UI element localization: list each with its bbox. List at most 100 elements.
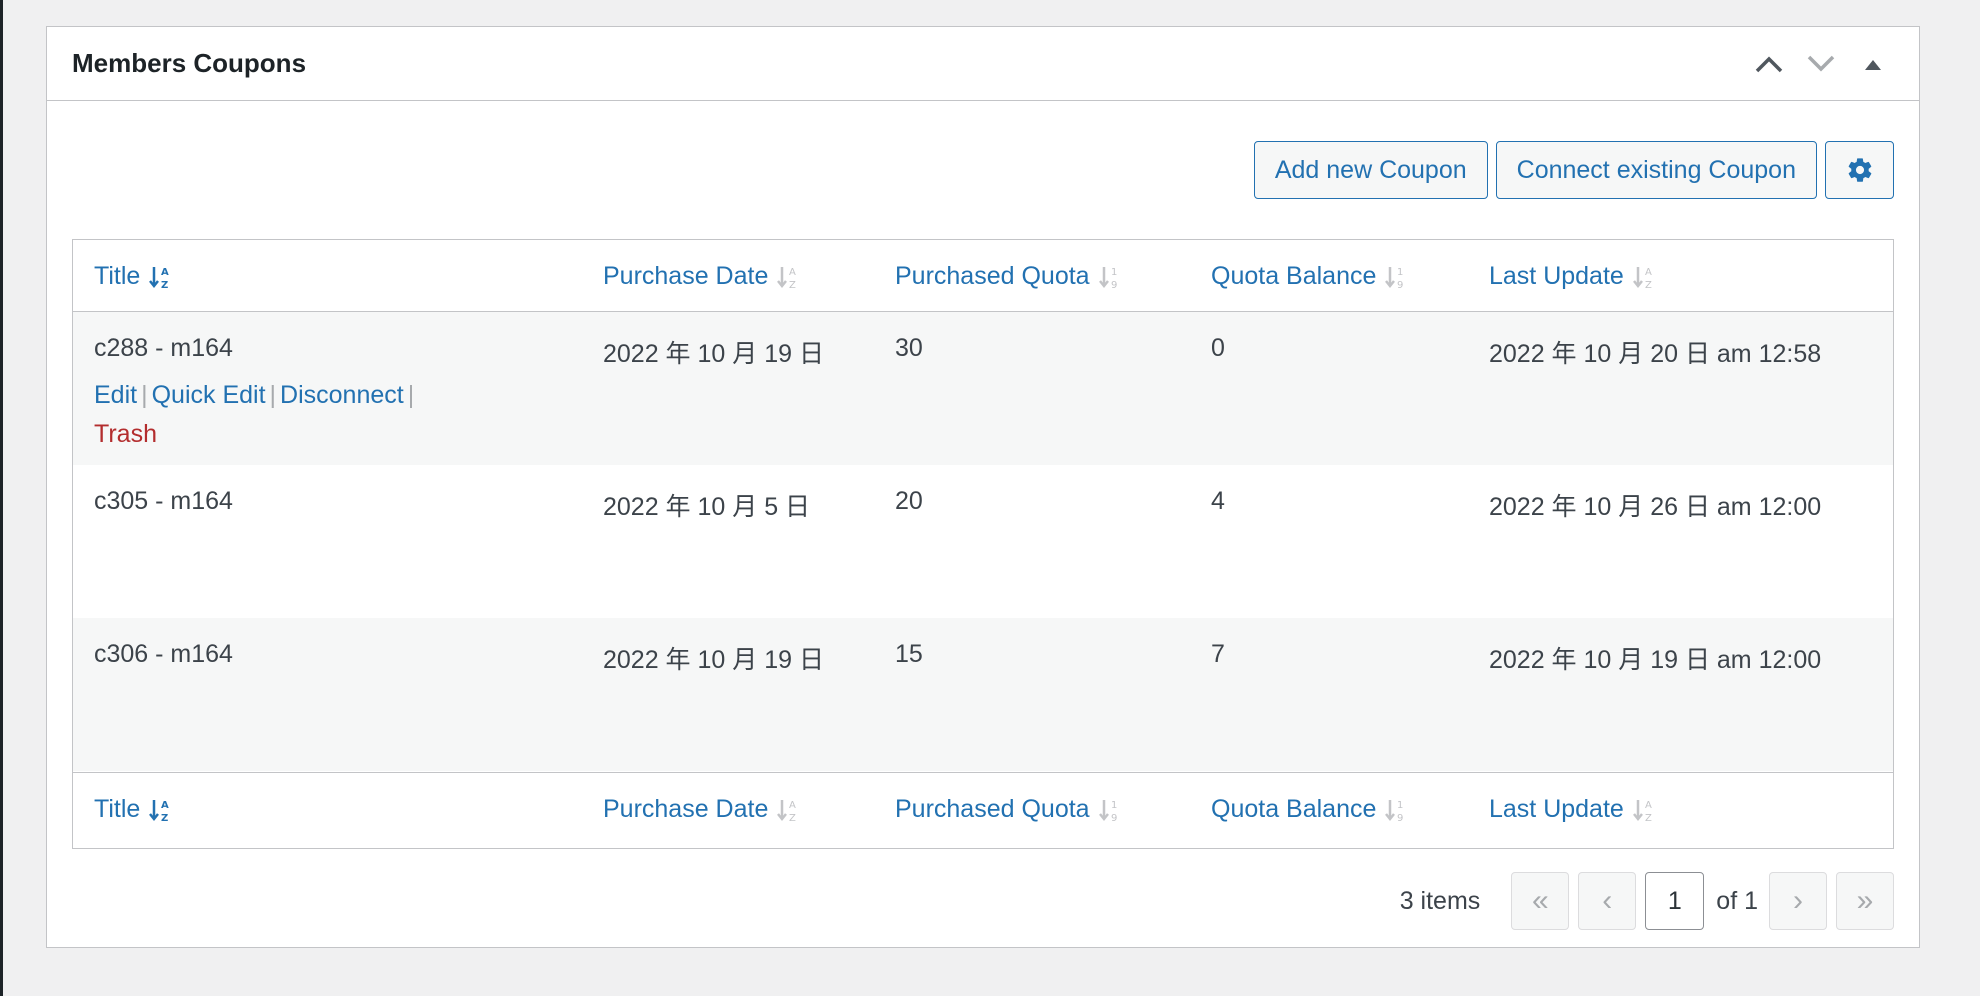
svg-text:Z: Z bbox=[161, 813, 168, 823]
table-header: Title AZ Purchase Date AZ Purchased Quot… bbox=[73, 240, 1893, 312]
table-footer: Title AZ Purchase Date AZ Purchased Quot… bbox=[73, 772, 1893, 848]
svg-text:1: 1 bbox=[1111, 267, 1117, 278]
coupons-table: Title AZ Purchase Date AZ Purchased Quot… bbox=[72, 239, 1894, 849]
panel-header-controls bbox=[1743, 41, 1899, 87]
move-down-button[interactable] bbox=[1795, 41, 1847, 87]
column-footer-last-update[interactable]: Last Update AZ bbox=[1489, 795, 1658, 824]
last-update-cell: 2022 年 10 月 20 日 am 12:58 bbox=[1489, 340, 1822, 368]
current-page-input[interactable] bbox=[1645, 872, 1705, 930]
row-action-separator: | bbox=[269, 381, 277, 409]
coupon-title-link[interactable]: c306 - m164 bbox=[94, 640, 233, 669]
column-header-purchased-quota[interactable]: Purchased Quota 19 bbox=[895, 262, 1124, 291]
edit-link[interactable]: Edit bbox=[94, 381, 137, 409]
purchased-quota-cell: 20 bbox=[895, 487, 923, 515]
triangle-up-icon bbox=[1865, 60, 1881, 70]
quota-balance-cell: 4 bbox=[1211, 487, 1225, 515]
purchase-date-cell: 2022 年 10 月 5 日 bbox=[603, 493, 811, 521]
column-footer-purchase-date[interactable]: Purchase Date AZ bbox=[603, 795, 802, 824]
svg-text:Z: Z bbox=[789, 813, 796, 823]
svg-text:Z: Z bbox=[789, 280, 796, 290]
column-footer-title[interactable]: Title AZ bbox=[94, 795, 174, 824]
purchase-date-cell: 2022 年 10 月 19 日 bbox=[603, 646, 824, 674]
sort-alpha-icon: AZ bbox=[1632, 799, 1652, 823]
column-header-purchase-date[interactable]: Purchase Date AZ bbox=[603, 262, 802, 291]
table-row: c288 - m164 Edit | Quick Edit | Disconnect | T… bbox=[73, 312, 1893, 465]
purchased-quota-cell: 15 bbox=[895, 640, 923, 668]
column-quota-balance-label: Quota Balance bbox=[1211, 795, 1377, 823]
column-header-title[interactable]: Title AZ bbox=[94, 262, 174, 291]
move-up-button[interactable] bbox=[1743, 41, 1795, 87]
gear-icon bbox=[1848, 158, 1871, 182]
members-coupons-panel: Members Coupons Add new Coupon Connect e… bbox=[46, 26, 1920, 948]
svg-text:Z: Z bbox=[161, 280, 168, 290]
first-page-button[interactable]: « bbox=[1511, 872, 1570, 930]
sort-numeric-icon: 19 bbox=[1385, 266, 1404, 290]
svg-text:1: 1 bbox=[1397, 800, 1403, 811]
table-row: c305 - m164 2022 年 10 月 5 日 20 4 2022 年 … bbox=[73, 465, 1893, 618]
settings-button[interactable] bbox=[1825, 141, 1894, 199]
svg-text:1: 1 bbox=[1397, 267, 1403, 278]
panel-header: Members Coupons bbox=[47, 27, 1919, 101]
sort-numeric-icon: 19 bbox=[1385, 799, 1404, 823]
coupon-title-link[interactable]: c305 - m164 bbox=[94, 487, 233, 516]
svg-text:Z: Z bbox=[1645, 280, 1652, 290]
column-purchase-date-label: Purchase Date bbox=[603, 795, 769, 823]
svg-text:A: A bbox=[1645, 267, 1652, 278]
total-pages-label: of 1 bbox=[1716, 886, 1758, 915]
column-purchase-date-label: Purchase Date bbox=[603, 262, 769, 290]
pagination: 3 items « ‹ of 1 › » bbox=[1400, 871, 1894, 931]
svg-text:A: A bbox=[161, 267, 169, 278]
disconnect-link[interactable]: Disconnect bbox=[280, 381, 404, 409]
column-last-update-label: Last Update bbox=[1489, 795, 1624, 823]
column-purchased-quota-label: Purchased Quota bbox=[895, 262, 1090, 290]
svg-text:A: A bbox=[1645, 800, 1652, 811]
panel-title: Members Coupons bbox=[72, 48, 307, 78]
quota-balance-cell: 7 bbox=[1211, 640, 1225, 668]
chevron-up-icon bbox=[1755, 56, 1783, 73]
column-footer-quota-balance[interactable]: Quota Balance 19 bbox=[1211, 795, 1410, 824]
sort-alpha-icon: AZ bbox=[777, 799, 796, 823]
table-actions: Add new Coupon Connect existing Coupon bbox=[1253, 141, 1894, 199]
trash-link[interactable]: Trash bbox=[94, 420, 157, 448]
add-new-coupon-button[interactable]: Add new Coupon bbox=[1253, 141, 1488, 199]
toggle-panel-button[interactable] bbox=[1847, 41, 1899, 87]
prev-page-button[interactable]: ‹ bbox=[1578, 872, 1637, 930]
last-page-button[interactable]: » bbox=[1836, 872, 1894, 930]
purchased-quota-cell: 30 bbox=[895, 334, 923, 362]
column-purchased-quota-label: Purchased Quota bbox=[895, 795, 1090, 823]
column-title-label: Title bbox=[94, 795, 141, 823]
row-action-separator: | bbox=[407, 381, 415, 409]
svg-text:Z: Z bbox=[1645, 813, 1652, 823]
svg-text:A: A bbox=[161, 800, 169, 811]
table-row: c306 - m164 2022 年 10 月 19 日 15 7 2022 年… bbox=[73, 618, 1893, 771]
row-actions: Edit | Quick Edit | Disconnect | Trash bbox=[94, 376, 474, 454]
quick-edit-link[interactable]: Quick Edit bbox=[152, 381, 266, 409]
column-title-label: Title bbox=[94, 262, 141, 290]
quota-balance-cell: 0 bbox=[1211, 334, 1225, 362]
svg-text:9: 9 bbox=[1397, 813, 1403, 823]
sort-numeric-icon: 19 bbox=[1098, 799, 1117, 823]
svg-text:A: A bbox=[789, 800, 796, 811]
sort-alpha-icon-active: AZ bbox=[149, 799, 169, 823]
row-action-separator: | bbox=[141, 381, 148, 409]
chevron-down-icon bbox=[1807, 55, 1835, 72]
column-header-quota-balance[interactable]: Quota Balance 19 bbox=[1211, 262, 1410, 291]
left-edge-border bbox=[0, 0, 3, 996]
sort-alpha-icon: AZ bbox=[777, 266, 796, 290]
column-footer-purchased-quota[interactable]: Purchased Quota 19 bbox=[895, 795, 1124, 824]
purchase-date-cell: 2022 年 10 月 19 日 bbox=[603, 340, 824, 368]
next-page-button[interactable]: › bbox=[1769, 872, 1827, 930]
column-header-last-update[interactable]: Last Update AZ bbox=[1489, 262, 1658, 291]
svg-text:9: 9 bbox=[1111, 280, 1117, 290]
column-last-update-label: Last Update bbox=[1489, 262, 1624, 290]
connect-existing-coupon-button[interactable]: Connect existing Coupon bbox=[1495, 141, 1817, 199]
svg-text:1: 1 bbox=[1111, 800, 1117, 811]
items-count: 3 items bbox=[1399, 886, 1481, 915]
panel-content: Add new Coupon Connect existing Coupon T… bbox=[72, 101, 1894, 947]
sort-alpha-icon-active: AZ bbox=[149, 266, 169, 290]
svg-text:A: A bbox=[789, 267, 796, 278]
coupon-title-link[interactable]: c288 - m164 bbox=[94, 334, 233, 363]
sort-alpha-icon: AZ bbox=[1632, 266, 1652, 290]
svg-text:9: 9 bbox=[1111, 813, 1117, 823]
sort-numeric-icon: 19 bbox=[1098, 266, 1117, 290]
